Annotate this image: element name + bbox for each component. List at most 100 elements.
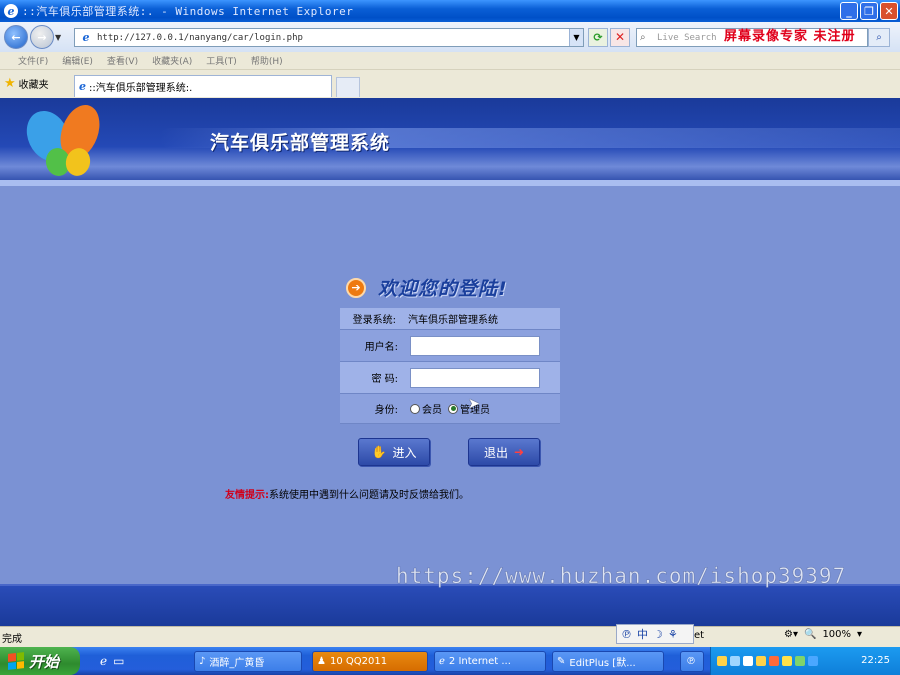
ime-moon-icon[interactable]: ☽: [653, 628, 663, 641]
role-row: 身份: 会员 管理员: [340, 394, 560, 424]
quick-ie-icon[interactable]: ℯ: [100, 654, 107, 668]
ime-task-icon: ℗: [686, 656, 696, 667]
ime-toolbar[interactable]: ℗ 中 ☽ ⚘: [616, 624, 694, 644]
favorites-button[interactable]: ★ 收藏夹: [4, 76, 49, 91]
ime-punct-icon[interactable]: ⚘: [668, 628, 678, 641]
ie-logo-icon: e: [4, 4, 18, 18]
search-placeholder: Live Search: [657, 32, 717, 43]
close-button[interactable]: ✕: [880, 2, 898, 20]
refresh-button[interactable]: ⟳: [588, 28, 608, 47]
header-banner: 汽车俱乐部管理系统: [0, 98, 900, 186]
ime-lang[interactable]: 中: [637, 626, 648, 642]
windows-flag-icon: [8, 652, 24, 670]
history-dropdown-icon[interactable]: ▼: [55, 33, 61, 42]
role-member-radio[interactable]: 会员: [410, 401, 442, 416]
ime-p-icon[interactable]: ℗: [621, 628, 632, 641]
task-label-editplus: EditPlus [默...: [569, 658, 636, 669]
status-text: 完成: [2, 633, 22, 645]
favorites-label: 收藏夹: [18, 80, 49, 91]
enter-label: 进入: [392, 445, 417, 460]
tray-icon-3[interactable]: [743, 656, 753, 666]
window-controls: _ ❐ ✕: [840, 2, 898, 20]
start-button[interactable]: 开始: [0, 647, 80, 675]
tip-text: 系统使用中遇到什么问题请及时反馈给我们。: [269, 490, 469, 501]
taskbar-item-ie[interactable]: ℯ 2 Internet ...: [434, 651, 546, 672]
address-url[interactable]: http://127.0.0.1/nanyang/car/login.php: [97, 33, 303, 43]
menu-file[interactable]: 文件(F): [18, 54, 48, 67]
username-row: 用户名:: [340, 330, 560, 362]
forward-button[interactable]: →: [30, 25, 54, 49]
back-button[interactable]: ←: [4, 25, 28, 49]
exit-button[interactable]: 退出 ➜: [468, 438, 540, 466]
protected-mode-icon[interactable]: ⚙▾: [784, 629, 798, 640]
tray-icon-2[interactable]: [730, 656, 740, 666]
menu-tools[interactable]: 工具(T): [206, 54, 237, 67]
quick-folder-icon[interactable]: ▭: [113, 654, 124, 668]
menu-view[interactable]: 查看(V): [107, 54, 138, 67]
favorites-star-icon: ★: [4, 76, 16, 91]
taskbar-item-qq[interactable]: ♟ 10 QQ2011: [312, 651, 428, 672]
huzhan-watermark: https://www.huzhan.com/ishop39397: [396, 564, 847, 589]
task-label-ie: 2 Internet ...: [448, 656, 511, 667]
tray-icon-5[interactable]: [769, 656, 779, 666]
enter-button[interactable]: ✋ 进入: [358, 438, 430, 466]
tray-icon-1[interactable]: [717, 656, 727, 666]
minimize-button[interactable]: _: [840, 2, 858, 20]
role-label: 身份:: [374, 405, 398, 416]
menu-favorites[interactable]: 收藏夹(A): [152, 54, 192, 67]
password-input[interactable]: [410, 367, 540, 388]
quick-launch: ℯ ▭: [100, 654, 124, 668]
tip-line: 友情提示:系统使用中遇到什么问题请及时反馈给我们。: [225, 486, 469, 501]
login-form: 登录系统: 汽车俱乐部管理系统 用户名: 密 码: 身份: 会员 管理员: [340, 308, 560, 424]
page-icon: e: [82, 30, 90, 44]
system-label: 登录系统:: [352, 315, 396, 326]
zoom-level[interactable]: 100%: [822, 629, 851, 640]
banner-title: 汽车俱乐部管理系统: [210, 132, 391, 154]
tray-icon-7[interactable]: [795, 656, 805, 666]
tray-clock[interactable]: 22:25: [861, 655, 890, 666]
username-input[interactable]: [410, 335, 540, 356]
start-label: 开始: [29, 652, 60, 671]
butterfly-logo-icon: [26, 104, 100, 176]
search-go-button[interactable]: ⌕: [868, 28, 890, 47]
tab-active[interactable]: e ::汽车俱乐部管理系统:.: [74, 75, 332, 97]
zone-text: et: [694, 630, 705, 641]
username-label: 用户名:: [364, 342, 398, 353]
recorder-watermark: 屏幕录像专家 未注册: [724, 29, 856, 44]
radio-dot-admin[interactable]: [448, 403, 458, 414]
exit-label: 退出: [483, 445, 508, 460]
new-tab-button[interactable]: [336, 77, 360, 97]
status-bar: 完成: [0, 626, 900, 647]
maximize-button[interactable]: ❐: [860, 2, 878, 20]
menu-help[interactable]: 帮助(H): [251, 54, 283, 67]
address-dropdown-icon[interactable]: ▼: [569, 29, 583, 46]
search-icon: ⌕: [640, 32, 646, 43]
arrow-circle-icon: ➔: [346, 277, 366, 298]
address-bar[interactable]: e http://127.0.0.1/nanyang/car/login.php…: [74, 28, 584, 47]
mouse-cursor-icon: ➤: [468, 396, 480, 412]
menu-edit[interactable]: 编辑(E): [62, 54, 93, 67]
editplus-icon: ✎: [557, 656, 566, 667]
zoom-icon[interactable]: 🔍: [804, 629, 816, 640]
title-bar: e ::汽车俱乐部管理系统:. - Windows Internet Explo…: [0, 0, 900, 22]
tray-icon-6[interactable]: [782, 656, 792, 666]
window-title: ::汽车俱乐部管理系统:. - Windows Internet Explore…: [22, 5, 354, 18]
music-icon: ♪: [199, 656, 206, 667]
exit-arrow-icon: ➜: [513, 445, 525, 459]
system-row: 登录系统: 汽车俱乐部管理系统: [340, 308, 560, 330]
password-row: 密 码:: [340, 362, 560, 394]
zoom-dropdown-icon[interactable]: ▾: [857, 629, 862, 640]
tray-icon-8[interactable]: [808, 656, 818, 666]
taskbar-item-ime[interactable]: ℗: [680, 651, 704, 672]
welcome-text: 欢迎您的登陆!: [378, 278, 508, 300]
task-label-music: 酒醉_广黄昏: [209, 658, 265, 669]
taskbar-item-music[interactable]: ♪ 酒醉_广黄昏: [194, 651, 302, 672]
role-member-label: 会员: [422, 405, 442, 416]
page-content: 汽车俱乐部管理系统 ➔ 欢迎您的登陆! 登录系统: 汽车俱乐部管理系统 用户名:…: [0, 98, 900, 626]
taskbar-item-editplus[interactable]: ✎ EditPlus [默...: [552, 651, 664, 672]
radio-dot-member[interactable]: [410, 403, 420, 414]
zoom-area: ⚙▾ 🔍 100% ▾: [784, 629, 862, 640]
stop-button[interactable]: ✕: [610, 28, 630, 47]
task-label-qq: 10 QQ2011: [329, 656, 388, 667]
tray-icon-4[interactable]: [756, 656, 766, 666]
